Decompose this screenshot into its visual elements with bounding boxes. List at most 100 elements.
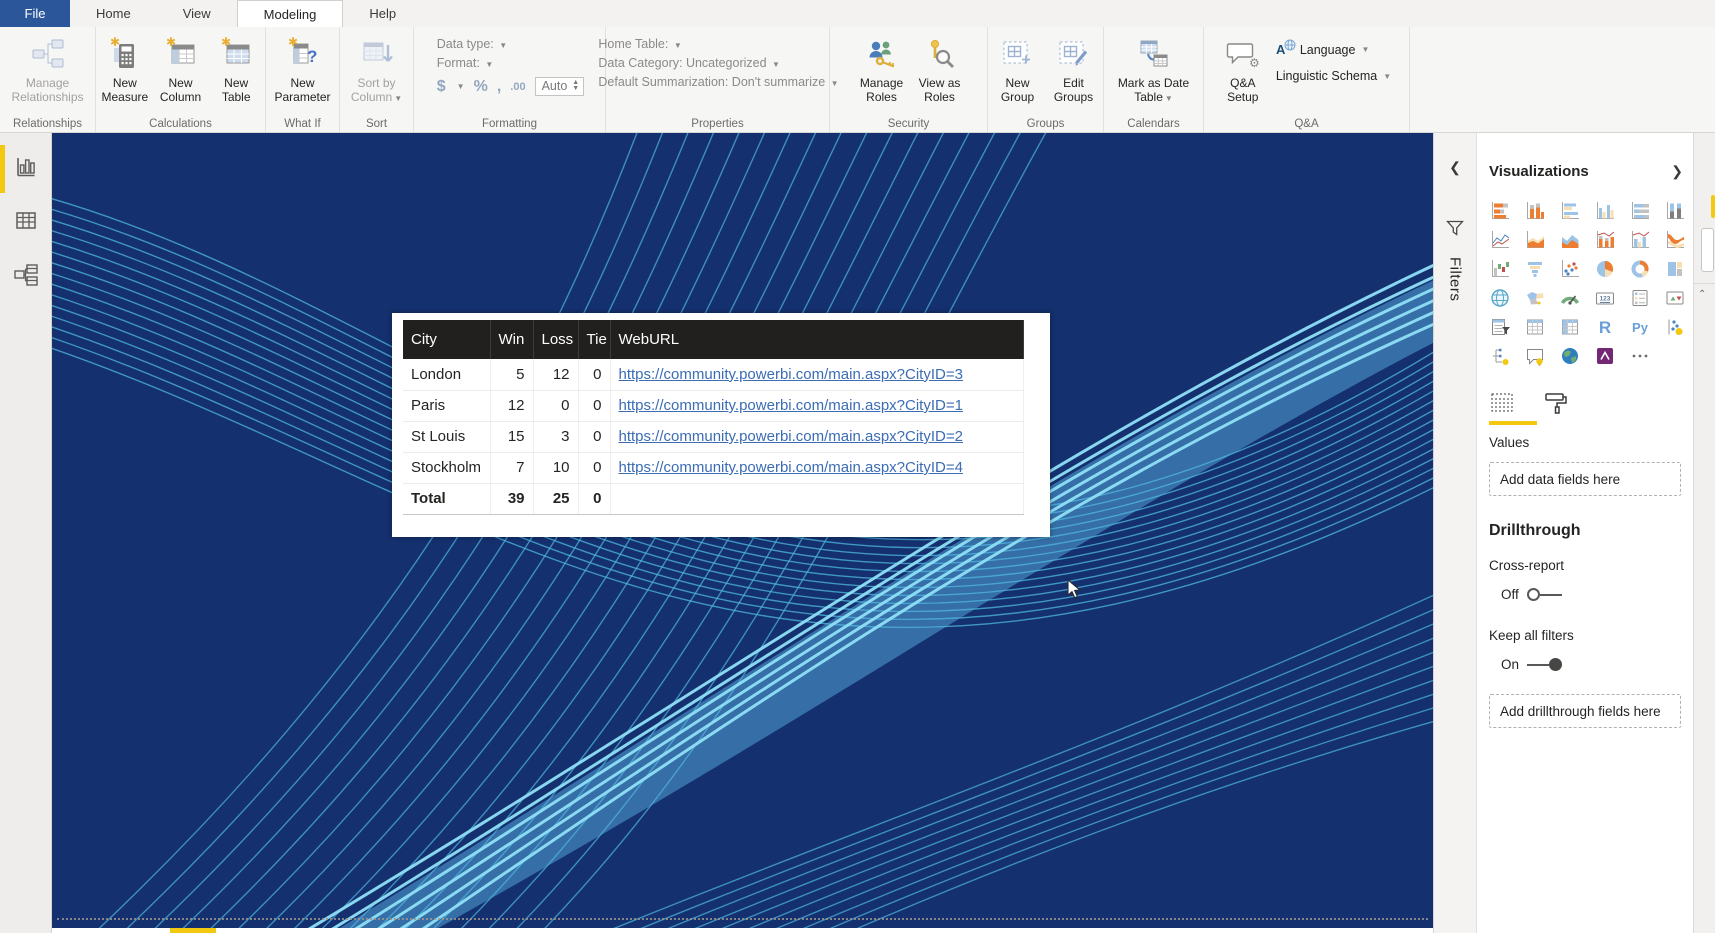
weburl-link[interactable]: https://community.powerbi.com/main.aspx?… [619,397,963,414]
column-header-loss[interactable]: Loss [533,320,578,359]
stacked-column-chart-icon[interactable] [1524,200,1546,222]
home-table-dropdown[interactable]: Home Table: ▼ [598,37,838,51]
stacked-bar-chart-icon[interactable] [1489,200,1511,222]
tab-help[interactable]: Help [343,0,422,27]
scrollbar-thumb[interactable] [1701,228,1714,272]
format-dropdown[interactable]: Format: ▼ [437,56,584,70]
fields-tab[interactable] [1489,391,1515,415]
language-dropdown[interactable]: A Language▼ [1276,39,1391,60]
donut-chart-icon[interactable] [1629,258,1651,280]
slicer-icon[interactable] [1489,316,1511,338]
pie-chart-icon[interactable] [1594,258,1616,280]
spinner-arrows-icon[interactable]: ▲▼ [572,80,579,93]
currency-format-button[interactable]: $ [437,78,446,96]
data-type-dropdown[interactable]: Data type: ▼ [437,37,584,51]
visualizations-pane: Visualizations ❯ 123RPy Values Add data … [1477,133,1693,933]
percent-format-button[interactable]: % [474,78,488,96]
clustered-column-chart-icon[interactable] [1594,200,1616,222]
python-visual-icon[interactable]: Py [1629,316,1651,338]
model-view-button[interactable] [0,255,51,295]
tab-modeling[interactable]: Modeling [237,0,344,27]
new-measure-button[interactable]: ✱ New Measure [98,32,152,116]
thousands-separator-button[interactable]: , [497,78,501,96]
mark-as-date-table-button[interactable]: Mark as Date Table▼ [1109,32,1199,116]
toggle-on-icon[interactable] [1527,658,1562,671]
new-parameter-button[interactable]: ?✱ New Parameter [268,32,337,116]
area-chart-icon[interactable] [1524,229,1546,251]
weburl-link[interactable]: https://community.powerbi.com/main.aspx?… [619,428,963,445]
manage-relationships-button[interactable]: Manage Relationships [2,32,93,116]
table-header-row[interactable]: City Win Loss Tie WebURL [403,320,1023,359]
filled-map-icon[interactable] [1524,287,1546,309]
line-and-stacked-column-chart-icon[interactable] [1594,229,1616,251]
table-icon[interactable] [1524,316,1546,338]
data-view-button[interactable] [0,201,51,241]
decomposition-tree-icon[interactable] [1489,345,1511,367]
new-group-button[interactable]: New Group [991,32,1045,116]
stacked-area-chart-icon[interactable] [1559,229,1581,251]
column-header-city[interactable]: City [403,320,490,359]
decimal-places-spinner[interactable]: Auto▲▼ [535,77,585,96]
table-visual[interactable]: City Win Loss Tie WebURL London 5 12 0 [392,313,1050,537]
r-script-visual-icon[interactable]: R [1594,316,1616,338]
filters-pane-collapsed[interactable]: ❮ Filters [1433,133,1477,933]
decimal-places-icon[interactable]: .00 [510,81,525,93]
chevron-up-icon[interactable]: ⌃ [1698,289,1706,300]
sort-by-column-button[interactable]: Sort by Column▼ [344,32,410,116]
table-total-row: Total 39 25 0 [403,483,1023,514]
values-field-well[interactable]: Add data fields here [1489,462,1681,496]
line-and-clustered-column-chart-icon[interactable] [1629,229,1651,251]
qa-setup-button[interactable]: ⚙ Q&A Setup [1216,32,1270,116]
arcgis-map-icon[interactable] [1559,345,1581,367]
weburl-link[interactable]: https://community.powerbi.com/main.aspx?… [619,459,963,476]
scatter-chart-icon[interactable] [1559,258,1581,280]
fields-pane-collapsed-strip[interactable]: ⌃ [1693,133,1715,933]
power-apps-icon[interactable] [1594,345,1616,367]
matrix-icon[interactable] [1559,316,1581,338]
default-summarization-dropdown[interactable]: Default Summarization: Don't summarize ▼ [598,75,838,89]
column-header-win[interactable]: Win [490,320,533,359]
drillthrough-field-well[interactable]: Add drillthrough fields here [1489,694,1681,728]
100-stacked-bar-chart-icon[interactable] [1629,200,1651,222]
ribbon-chart-icon[interactable] [1664,229,1686,251]
tab-home[interactable]: Home [70,0,157,27]
view-as-roles-button[interactable]: View as Roles [914,32,966,116]
tab-view[interactable]: View [157,0,237,27]
key-influencers-icon[interactable] [1664,316,1686,338]
multi-row-card-icon[interactable] [1629,287,1651,309]
page-tab-strip[interactable] [52,928,1433,933]
group-label-formatting: Formatting [414,118,605,130]
tab-file[interactable]: File [0,0,70,27]
new-table-button[interactable]: ✱ New Table [209,32,263,116]
edit-groups-button[interactable]: Edit Groups [1047,32,1101,116]
column-header-weburl[interactable]: WebURL [610,320,1023,359]
gauge-icon[interactable] [1559,287,1581,309]
kpi-icon[interactable] [1664,287,1686,309]
format-tab[interactable] [1543,391,1569,415]
qa-visual-icon[interactable] [1524,345,1546,367]
keep-all-filters-toggle[interactable]: On [1501,657,1681,672]
data-category-dropdown[interactable]: Data Category: Uncategorized ▼ [598,56,838,70]
waterfall-chart-icon[interactable] [1489,258,1511,280]
new-column-button[interactable]: ✱ New Column [154,32,208,116]
column-header-tie[interactable]: Tie [578,320,610,359]
card-icon[interactable]: 123 [1594,287,1616,309]
cross-report-toggle[interactable]: Off [1501,587,1681,602]
100-stacked-column-chart-icon[interactable] [1664,200,1686,222]
clustered-bar-chart-icon[interactable] [1559,200,1581,222]
map-icon[interactable] [1489,287,1511,309]
ribbon-group-calculations: ✱ New Measure ✱ New Column ✱ New Table C… [96,27,266,132]
line-chart-icon[interactable] [1489,229,1511,251]
report-canvas[interactable]: City Win Loss Tie WebURL London 5 12 0 [52,133,1433,933]
funnel-chart-icon[interactable] [1524,258,1546,280]
manage-roles-button[interactable]: Manage Roles [852,32,912,116]
linguistic-schema-dropdown[interactable]: Linguistic Schema▼ [1276,69,1391,83]
report-view-button[interactable] [0,147,51,187]
collapse-visualizations-chevron-icon[interactable]: ❯ [1671,163,1683,180]
view-as-roles-icon [924,32,956,76]
more-visuals-ellipsis-icon[interactable] [1629,345,1651,367]
weburl-link[interactable]: https://community.powerbi.com/main.aspx?… [619,366,963,383]
toggle-off-icon[interactable] [1527,588,1562,601]
treemap-icon[interactable] [1664,258,1686,280]
expand-filters-chevron-icon[interactable]: ❮ [1449,159,1461,176]
